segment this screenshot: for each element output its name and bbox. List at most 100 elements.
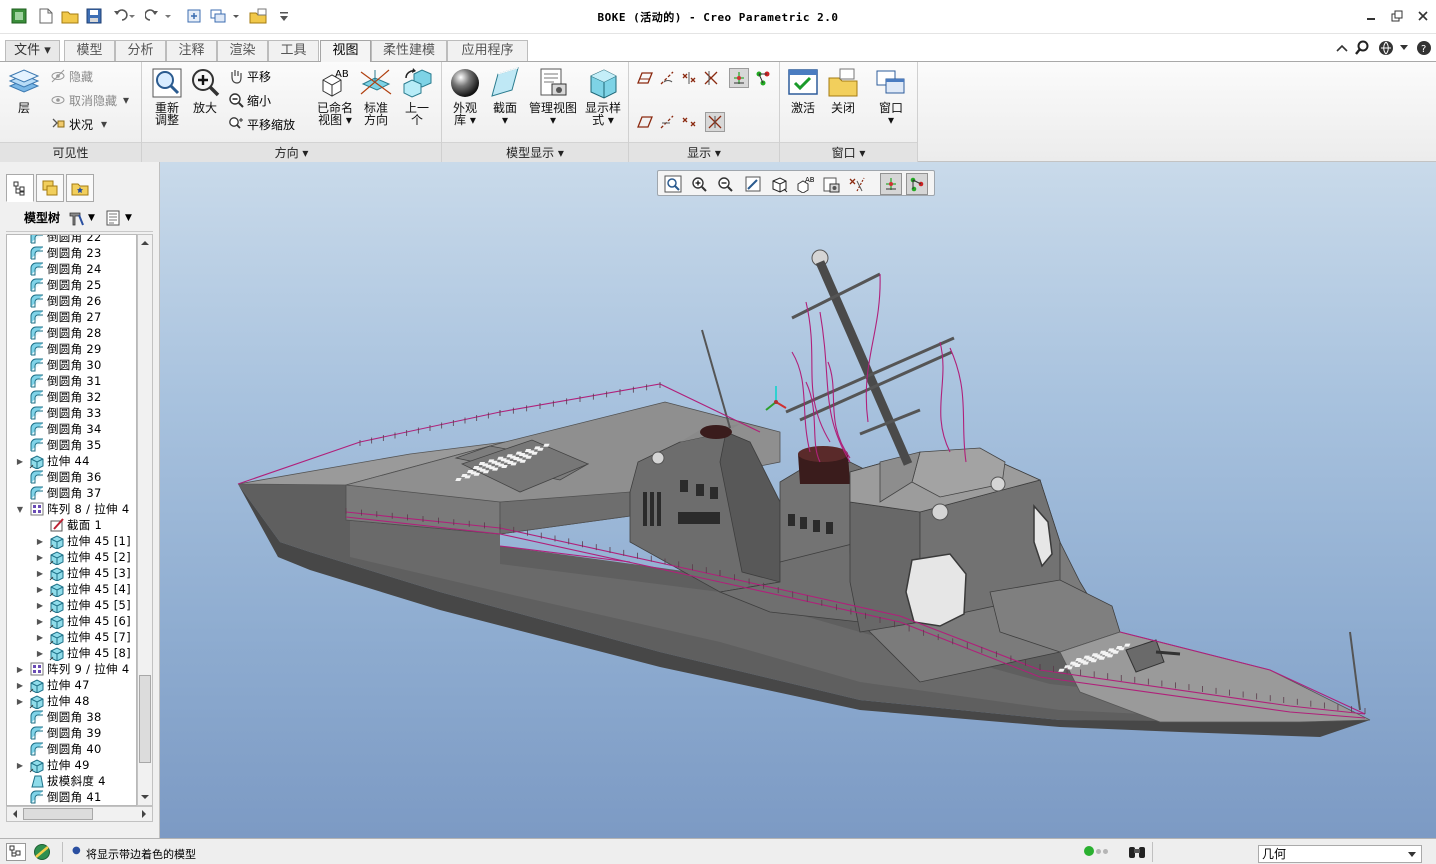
tree-row[interactable]: ▶ 拉伸 45 [1] [35,533,131,550]
pan-zoom-button[interactable]: 平移缩放 [228,114,295,134]
tree-row[interactable]: 倒圆角 39 [15,725,102,741]
zoom-in-button[interactable]: 放大 [182,66,228,114]
annotation-display-icon[interactable] [753,68,773,88]
status-button[interactable]: 状况 ▾ [50,114,107,134]
expand-icon[interactable]: ▶ [15,696,25,706]
tab-view[interactable]: 视图 [320,40,371,62]
tab-file[interactable]: 文件 ▾ [5,40,60,61]
pan-button[interactable]: 平移 [228,66,271,86]
tree-row[interactable]: 倒圆角 29 [15,341,102,357]
graphics-window[interactable]: AB [160,162,1436,838]
layers-button[interactable]: 层 [4,66,44,114]
tree-row[interactable]: ▶ 拉伸 45 [2] [35,549,131,566]
windows-button[interactable]: 窗口 ▾ [868,66,914,126]
tree-row[interactable]: 倒圆角 41 [15,789,102,805]
tree-vertical-scrollbar[interactable] [137,234,153,806]
tree-horizontal-scrollbar[interactable] [6,806,153,822]
expand-icon[interactable]: ▶ [15,664,25,674]
navigator-toggle-icon[interactable] [6,843,26,861]
tree-row[interactable]: ▶ 拉伸 45 [6] [35,613,131,630]
help-globe-icon[interactable] [1376,38,1396,58]
expand-icon[interactable]: ▶ [35,536,45,546]
expand-icon[interactable]: ▶ [35,632,45,642]
expand-icon[interactable]: ▶ [15,456,25,466]
tree-row[interactable]: ▶ 拉伸 45 [3] [35,565,131,582]
tree-row[interactable]: ▶ 阵列 9 / 拉伸 4 [15,661,129,677]
expand-icon[interactable]: ▶ [35,552,45,562]
tree-row[interactable]: 倒圆角 38 [15,709,102,725]
group-label-model-display[interactable]: 模型显示 ▾ [442,142,628,162]
tree-row[interactable]: 倒圆角 26 [15,293,102,309]
display-style-button[interactable]: 显示样式 ▾ [580,66,626,126]
manage-views-button[interactable]: 管理视图 ▾ [528,66,578,126]
spin-center-icon[interactable] [729,68,749,88]
settings-tools-icon[interactable]: ▼ [66,209,95,227]
csys-tag-icon[interactable] [705,112,725,132]
model-tree-tab-icon[interactable] [6,174,34,202]
tree-row[interactable]: ▶ 拉伸 47 [15,677,90,694]
expand-icon[interactable]: ▶ [35,568,45,578]
tree-row[interactable]: ▶ 拉伸 45 [8] [35,645,131,662]
tree-row[interactable]: ▼ 阵列 8 / 拉伸 4 [15,501,129,517]
axis-tag-icon[interactable] [657,112,677,132]
search-icon[interactable] [1352,38,1372,58]
point-display-icon[interactable] [679,68,699,88]
scrollbar-thumb[interactable] [139,675,151,763]
ship-model[interactable] [160,162,1436,838]
group-label-window[interactable]: 窗口 ▾ [780,142,917,162]
find-binoculars-icon[interactable] [1124,843,1150,861]
expand-icon[interactable]: ▶ [15,680,25,690]
group-label-orientation[interactable]: 方向 ▾ [142,142,441,162]
tab-model[interactable]: 模型 [64,40,115,61]
tree-row[interactable]: 倒圆角 24 [15,261,102,277]
tree-row[interactable]: ▶ 拉伸 48 [15,693,90,710]
tree-row[interactable]: 拔模斜度 4 [15,773,106,789]
close-button[interactable] [1412,6,1434,26]
tree-row[interactable]: 倒圆角 31 [15,373,102,389]
tree-row[interactable]: 倒圆角 28 [15,325,102,341]
tree-row[interactable]: 倒圆角 35 [15,437,102,453]
restore-button[interactable] [1386,6,1408,26]
unhide-button[interactable]: 取消隐藏 ▾ [50,90,129,110]
plane-display-icon[interactable] [635,68,655,88]
minimize-button[interactable] [1360,6,1382,26]
axis-display-icon[interactable] [657,68,677,88]
folder-browser-tab-icon[interactable] [36,174,64,202]
help-icon[interactable]: ? [1414,38,1434,58]
scroll-left-icon[interactable] [8,807,22,821]
csys-display-icon[interactable] [701,68,721,88]
named-views-button[interactable]: AB 已命名视图 ▾ [312,66,358,126]
group-label-show[interactable]: 显示 ▾ [629,142,779,162]
tree-row[interactable]: 倒圆角 25 [15,277,102,293]
section-button[interactable]: 截面 ▾ [482,66,528,126]
tree-row[interactable]: 倒圆角 36 [15,469,102,485]
tree-row[interactable]: 倒圆角 32 [15,389,102,405]
previous-view-button[interactable]: 上一个 [394,66,440,126]
tree-row[interactable]: ▶ 拉伸 45 [5] [35,597,131,614]
tab-tools[interactable]: 工具 [268,40,319,61]
expand-icon[interactable]: ▶ [35,648,45,658]
standard-orientation-button[interactable]: 标准方向 [354,66,398,126]
hide-button[interactable]: 隐藏 [50,66,93,86]
scroll-right-icon[interactable] [137,807,151,821]
close-button-ribbon[interactable]: 关闭 [820,66,866,114]
tab-flexible-modeling[interactable]: 柔性建模 [371,40,447,61]
tree-row[interactable]: 倒圆角 40 [15,741,102,757]
expand-icon[interactable]: ▶ [35,600,45,610]
expand-icon[interactable]: ▶ [35,584,45,594]
tree-row[interactable]: ▶ 拉伸 49 [15,757,90,774]
tree-row[interactable]: ▶ 拉伸 45 [4] [35,581,131,598]
tab-applications[interactable]: 应用程序 [447,40,528,61]
tree-row[interactable]: 倒圆角 27 [15,309,102,325]
tree-row[interactable]: 倒圆角 37 [15,485,102,501]
tree-row[interactable]: 倒圆角 33 [15,405,102,421]
tab-annotate[interactable]: 注释 [166,40,217,61]
minimize-ribbon-icon[interactable] [1334,38,1350,58]
browser-toggle-icon[interactable] [32,843,52,861]
tree-row[interactable]: 倒圆角 30 [15,357,102,373]
collapse-icon[interactable]: ▼ [15,504,25,514]
scroll-down-icon[interactable] [138,790,152,804]
tab-analysis[interactable]: 分析 [115,40,166,61]
tree-row[interactable]: 截面 1 [35,517,102,533]
selection-filter-dropdown[interactable]: 几何 [1258,845,1422,863]
